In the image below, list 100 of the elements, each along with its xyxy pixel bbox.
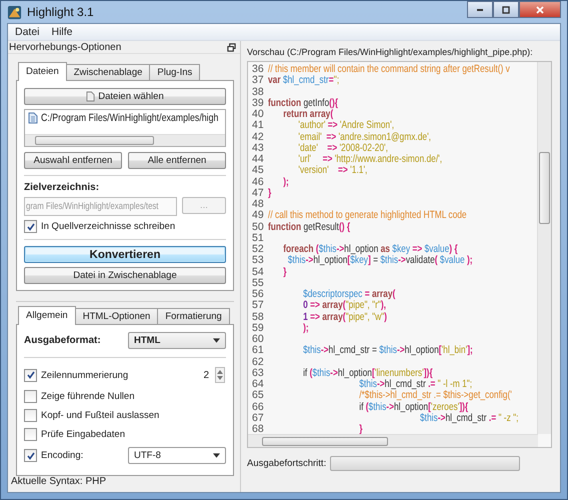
code-line: var $hl_cmd_str=''; — [268, 75, 340, 86]
status-text: Aktuelle Syntax: PHP — [10, 476, 108, 489]
checkbox[interactable] — [24, 390, 37, 403]
float-icon[interactable] — [227, 42, 236, 52]
file-path[interactable]: C:/Program Files/WinHighlight/examples/high — [41, 112, 218, 124]
line-number: 50 — [252, 222, 265, 233]
line-number: 37 — [252, 75, 265, 86]
code-line: $this->hl_cmd_str = $this->hl_option['hl_bin']; — [302, 345, 473, 356]
tab[interactable]: HTML-Optionen — [74, 308, 158, 324]
horizontal-scrollbar[interactable] — [25, 134, 225, 146]
menu-item[interactable]: Datei — [10, 25, 45, 39]
checkbox-label: Prüfe Eingabedaten — [41, 429, 126, 440]
line-number: 63 — [252, 368, 265, 379]
menu-item[interactable]: Hilfe — [46, 25, 78, 39]
checkbox[interactable] — [24, 449, 37, 462]
code-line: 0 => array("pipe", "r"), — [302, 300, 386, 312]
checkbox[interactable] — [24, 220, 37, 233]
caret-icon — [213, 338, 220, 343]
code-line: /*$this->hl_cmd_str .= $this->get_config(' — [358, 390, 512, 402]
code-line: // call this method to generate highlighted HTML code — [268, 210, 467, 222]
line-number: 65 — [252, 390, 265, 402]
tab[interactable]: Dateien — [18, 62, 67, 81]
encoding-dropdown[interactable]: UTF-8 — [128, 447, 226, 464]
convert-button[interactable]: Konvertieren — [24, 246, 226, 263]
line-number: 47 — [252, 188, 265, 199]
checkbox-label: Zeilennummerierung — [41, 370, 130, 380]
tab[interactable]: Allgemein — [18, 306, 76, 325]
horizontal-scrollbar[interactable] — [248, 434, 538, 447]
line-number: 45 — [252, 165, 265, 176]
scrollbar-thumb[interactable] — [539, 152, 550, 224]
line-number: 36 — [252, 64, 265, 76]
line-number: 66 — [252, 402, 265, 413]
line-number: 57 — [252, 300, 265, 312]
format-label: Ausgabeformat: — [24, 335, 101, 346]
scrollbar-thumb[interactable] — [35, 136, 154, 145]
checkbox[interactable] — [24, 409, 37, 422]
window-title: Highlight 3.1 — [27, 5, 95, 19]
format-dropdown[interactable]: HTML — [128, 332, 226, 349]
code-line: ); — [302, 322, 309, 334]
code-line: } — [282, 266, 286, 278]
code-line: 'author' => 'Andre Simon', — [297, 120, 394, 132]
remove-selected-button[interactable]: Auswahl entfernen — [24, 152, 122, 169]
checkbox-label: Kopf- und Fußteil auslassen — [41, 410, 160, 421]
checkbox-label: Encoding: — [41, 450, 84, 461]
maximize-button[interactable] — [493, 1, 519, 18]
tab[interactable]: Formatierung — [157, 308, 230, 324]
line-number: 54 — [252, 266, 265, 278]
checkbox-label: In Quellverzeichnisse schreiben — [41, 221, 176, 232]
caret-icon — [213, 453, 220, 458]
line-number: 67 — [252, 412, 265, 424]
line-number: 61 — [252, 345, 265, 356]
line-number: 42 — [252, 132, 265, 143]
line-number: 55 — [252, 278, 265, 289]
app-icon — [7, 4, 22, 20]
choose-files-button[interactable]: Dateien wählen — [24, 88, 226, 105]
close-icon — [535, 4, 545, 14]
tab[interactable]: Zwischenablage — [66, 64, 150, 80]
line-number: 44 — [252, 154, 265, 166]
code-line: function getInfo(){ — [268, 98, 338, 109]
line-number: 41 — [252, 120, 265, 132]
document-icon — [28, 112, 38, 124]
line-number: 49 — [252, 210, 265, 222]
code-line: function getResult() { — [268, 222, 350, 233]
line-number: 51 — [252, 232, 265, 244]
scrollbar-thumb[interactable] — [262, 436, 388, 446]
line-number: 53 — [252, 255, 265, 266]
vertical-scrollbar[interactable] — [537, 62, 551, 434]
code-line: 'date' => '2008-02-20', — [297, 142, 388, 154]
code-line: $this->hl_option[$key] = $this->validate( $value ); — [286, 255, 473, 266]
line-number: 56 — [252, 289, 265, 300]
spin-box[interactable]: 2 — [202, 366, 226, 384]
checkbox[interactable] — [24, 428, 37, 441]
code-line: 'email' => 'andre.simon1@gmx.de', — [297, 132, 432, 143]
line-number: 68 — [252, 424, 265, 434]
checkbox[interactable] — [24, 368, 37, 382]
code-line: } — [268, 188, 272, 199]
code-line: 'url' => 'http://www.andre-simon.de/', — [297, 154, 442, 165]
code-line: 1 => array("pipe", "w") — [302, 312, 387, 323]
code-line: 'version' => '1.1', — [297, 165, 368, 176]
line-number: 39 — [252, 98, 265, 109]
spin-arrows-icon[interactable] — [215, 367, 225, 383]
progress-label: Ausgabefortschritt: — [247, 458, 326, 469]
copy-to-clipboard-button[interactable]: Datei in Zwischenablage — [24, 267, 226, 284]
checkbox-label: Zeige führende Nullen — [41, 391, 136, 402]
minimize-button[interactable] — [467, 1, 493, 18]
line-number: 38 — [252, 86, 265, 98]
code-line: $descriptorspec = array( — [302, 289, 396, 300]
code-line: if ($this->hl_option['linenumbers']){ — [302, 368, 433, 379]
minimize-icon — [477, 8, 483, 10]
code-line: return array( — [282, 109, 334, 120]
code-line: ); — [282, 176, 289, 188]
code-line: $this->hl_cmd_str .= " -z "; — [420, 412, 518, 424]
line-number: 43 — [252, 142, 265, 154]
code-line: foreach ($this->hl_option as $key => $value) { — [282, 244, 458, 256]
remove-all-button[interactable]: Alle entfernen — [128, 152, 226, 169]
line-number: 52 — [252, 244, 265, 256]
close-button[interactable] — [519, 1, 561, 18]
line-number: 58 — [252, 312, 265, 323]
tab[interactable]: Plug-Ins — [149, 64, 200, 80]
maximize-icon — [501, 4, 511, 14]
